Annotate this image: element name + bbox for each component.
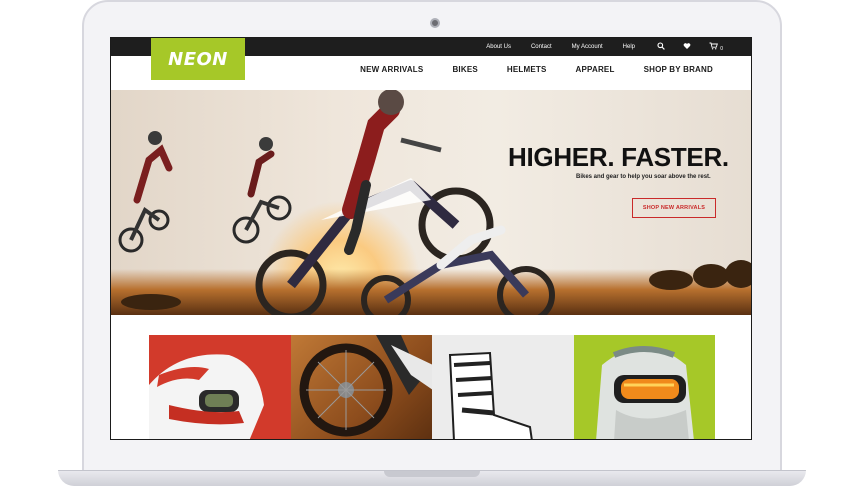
nav-helmets[interactable]: HELMETS <box>507 65 547 74</box>
rider-far-left <box>118 131 173 253</box>
cart-count: 0 <box>720 46 723 52</box>
hero-subtitle: Bikes and gear to help you soar above th… <box>576 174 711 180</box>
rider-lower <box>361 225 555 315</box>
logo-text: NEON <box>168 48 228 70</box>
category-tiles <box>149 335 715 439</box>
my-account-link[interactable]: My Account <box>572 44 603 50</box>
goggles-tile[interactable] <box>573 335 715 439</box>
help-link[interactable]: Help <box>623 44 635 50</box>
contact-link[interactable]: Contact <box>531 44 552 50</box>
nav-apparel[interactable]: APPAREL <box>576 65 615 74</box>
helmet-image <box>149 354 264 439</box>
laptop-notch <box>384 471 480 477</box>
heart-icon[interactable] <box>683 42 691 52</box>
webcam <box>430 18 440 28</box>
website-screen: About Us Contact My Account Help 0 NEON … <box>110 37 752 440</box>
hero-title: HIGHER. FASTER. <box>508 142 729 172</box>
apparel-tile[interactable] <box>432 335 574 439</box>
search-icon[interactable] <box>657 42 666 52</box>
helmets-tile[interactable] <box>149 335 291 439</box>
cart-icon <box>709 42 719 50</box>
riding-boot-image <box>448 351 533 439</box>
rider-middle <box>232 137 292 244</box>
hero-banner: HIGHER. FASTER. Bikes and gear to help y… <box>111 90 751 315</box>
shop-new-arrivals-button[interactable]: SHOP NEW ARRIVALS <box>632 198 716 218</box>
logo[interactable]: NEON <box>151 38 245 80</box>
nav-bikes[interactable]: BIKES <box>452 65 477 74</box>
main-nav: NEW ARRIVALS BIKES HELMETS APPAREL SHOP … <box>360 65 713 74</box>
nav-shop-by-brand[interactable]: SHOP BY BRAND <box>644 65 713 74</box>
utility-links: About Us Contact My Account Help <box>486 38 635 56</box>
dirt-bike-wheel-image <box>299 335 432 437</box>
cart-button[interactable]: 0 <box>709 42 723 52</box>
goggles-helmet-image <box>595 346 694 439</box>
bikes-tile[interactable] <box>290 335 432 439</box>
about-us-link[interactable]: About Us <box>486 44 511 50</box>
utility-icons: 0 <box>657 38 723 56</box>
nav-new-arrivals[interactable]: NEW ARRIVALS <box>360 65 423 74</box>
